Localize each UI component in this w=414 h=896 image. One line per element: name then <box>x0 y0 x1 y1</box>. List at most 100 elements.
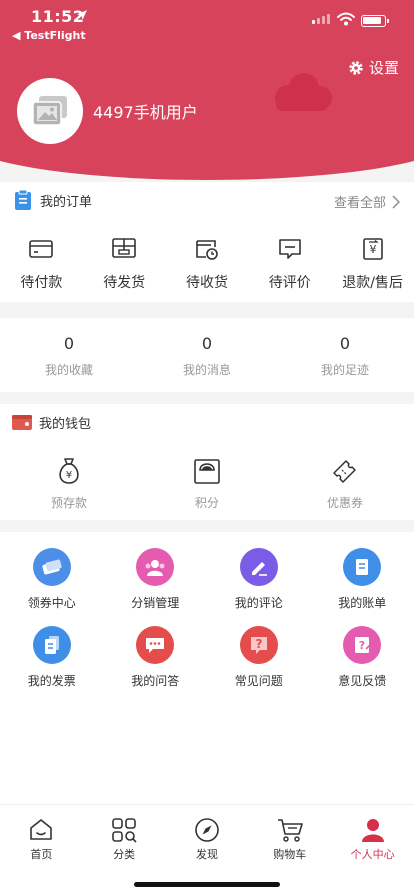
service-my-bills[interactable]: 我的账单 <box>311 548 414 611</box>
order-pending-shipment[interactable]: 待发货 <box>83 236 166 292</box>
service-my-qa[interactable]: 我的问答 <box>104 626 208 689</box>
orders-card: 我的订单 查看全部 待付款 待发货 待收货 待评价 ¥ 退款/售后 <box>0 182 414 302</box>
services-row-1: 领券中心 分销管理 我的评论 我的账单 <box>0 548 414 611</box>
wallet-card: 我的钱包 ¥ 预存款 积分 优惠券 <box>0 404 414 520</box>
pen-icon <box>239 548 278 586</box>
stat-value: 0 <box>201 334 213 353</box>
chevron-right-icon <box>392 194 400 209</box>
chat-icon <box>136 626 175 664</box>
order-status-label: 退款/售后 <box>342 275 403 291</box>
service-distribution[interactable]: 分销管理 <box>104 548 208 611</box>
order-status-label: 待付款 <box>20 275 63 291</box>
service-label: 常见问题 <box>234 674 283 688</box>
wallet-label: 积分 <box>194 496 219 510</box>
question-icon: ? <box>239 626 278 664</box>
order-status-row: 待付款 待发货 待收货 待评价 ¥ 退款/售后 <box>0 236 414 292</box>
service-label: 我的评论 <box>234 596 283 610</box>
svg-text:¥: ¥ <box>369 243 376 256</box>
order-pending-payment[interactable]: 待付款 <box>0 236 83 292</box>
wallet-row: ¥ 预存款 积分 优惠券 <box>0 456 414 511</box>
stat-value: 0 <box>63 334 75 353</box>
tab-label: 分类 <box>113 848 136 861</box>
battery-icon <box>361 15 389 27</box>
feedback-icon: ? <box>343 626 382 664</box>
order-pending-review[interactable]: 待评价 <box>248 236 331 292</box>
tab-label: 个人中心 <box>350 848 395 861</box>
orders-header: 我的订单 查看全部 <box>0 182 414 218</box>
service-my-invoices[interactable]: 我的发票 <box>0 626 104 689</box>
svg-text:¥: ¥ <box>66 470 72 481</box>
comment-icon <box>278 239 301 259</box>
image-placeholder-icon <box>32 96 67 126</box>
wallet-label: 优惠券 <box>326 496 363 510</box>
tab-label: 首页 <box>30 848 53 861</box>
view-all-orders-link[interactable]: 查看全部 <box>334 192 400 211</box>
clipboard-icon <box>15 189 31 210</box>
wallet-red-icon <box>12 415 32 430</box>
service-label: 意见反馈 <box>338 674 387 688</box>
profile-icon <box>361 819 384 842</box>
bill-icon <box>343 548 382 586</box>
service-label: 分销管理 <box>131 596 180 610</box>
package-icon <box>112 238 136 258</box>
service-label: 我的问答 <box>131 674 180 688</box>
stat-value: 0 <box>339 334 351 353</box>
stat-messages[interactable]: 0 我的消息 <box>138 334 276 378</box>
settings-label: 设置 <box>369 59 400 77</box>
settings-button[interactable]: 设置 <box>348 57 399 78</box>
stat-footprints[interactable]: 0 我的足迹 <box>276 334 414 378</box>
home-indicator <box>134 882 280 887</box>
tab-label: 购物车 <box>273 848 307 861</box>
invoice-icon <box>32 626 71 664</box>
order-refund-aftersale[interactable]: ¥ 退款/售后 <box>331 236 414 292</box>
coupon-center-icon <box>32 548 71 586</box>
username[interactable]: 4497手机用户 <box>93 99 198 123</box>
stat-label: 我的足迹 <box>320 363 369 377</box>
distribution-icon <box>136 548 175 586</box>
stat-label: 我的消息 <box>182 363 231 377</box>
gear-icon <box>349 60 363 75</box>
points-icon <box>194 459 220 484</box>
status-bar: 11:52 ◀ TestFlight <box>0 0 414 44</box>
cart-icon <box>277 819 303 842</box>
stat-favorites[interactable]: 0 我的收藏 <box>0 334 138 378</box>
service-label: 我的账单 <box>338 596 387 610</box>
wallet-header: 我的钱包 <box>0 404 414 440</box>
services-card: 领券中心 分销管理 我的评论 我的账单 我的发票 我的问答 ? 常见问题 ? 意… <box>0 532 414 804</box>
compass-icon <box>195 818 219 842</box>
orders-title: 我的订单 <box>40 194 93 210</box>
back-to-app-link[interactable]: ◀ TestFlight <box>12 29 86 42</box>
svg-text:?: ? <box>359 639 365 652</box>
cloud-decoration <box>275 73 332 111</box>
wallet-coupons[interactable]: 优惠券 <box>276 456 414 511</box>
wallet-label: 预存款 <box>50 496 87 510</box>
service-faq[interactable]: ? 常见问题 <box>207 626 311 689</box>
profile-header: 11:52 ◀ TestFlight 设置 4497手机用户 <box>0 0 414 182</box>
delivery-clock-icon <box>196 240 218 260</box>
wallet-deposit[interactable]: ¥ 预存款 <box>0 456 138 511</box>
service-feedback[interactable]: ? 意见反馈 <box>311 626 414 689</box>
refund-icon: ¥ <box>362 238 383 260</box>
wallet-points[interactable]: 积分 <box>138 456 276 511</box>
tab-profile[interactable]: 个人中心 <box>331 805 414 896</box>
coupon-icon <box>333 460 356 483</box>
svg-text:?: ? <box>255 637 262 651</box>
money-bag-icon: ¥ <box>59 458 79 484</box>
service-my-reviews[interactable]: 我的评论 <box>207 548 311 611</box>
avatar[interactable] <box>17 78 83 144</box>
home-icon <box>30 819 53 840</box>
service-coupon-center[interactable]: 领券中心 <box>0 548 104 611</box>
stats-card: 0 我的收藏 0 我的消息 0 我的足迹 <box>0 318 414 392</box>
location-arrow-icon <box>77 10 87 20</box>
order-status-label: 待评价 <box>268 275 311 291</box>
wifi-icon <box>337 12 355 26</box>
stats-row: 0 我的收藏 0 我的消息 0 我的足迹 <box>0 334 414 378</box>
services-row-2: 我的发票 我的问答 ? 常见问题 ? 意见反馈 <box>0 626 414 689</box>
service-label: 领券中心 <box>27 596 76 610</box>
stat-label: 我的收藏 <box>44 363 93 377</box>
order-pending-receipt[interactable]: 待收货 <box>166 236 249 292</box>
tab-home[interactable]: 首页 <box>0 805 83 896</box>
order-status-label: 待收货 <box>185 275 228 291</box>
view-all-label: 查看全部 <box>333 196 386 211</box>
wallet-title: 我的钱包 <box>39 416 92 432</box>
